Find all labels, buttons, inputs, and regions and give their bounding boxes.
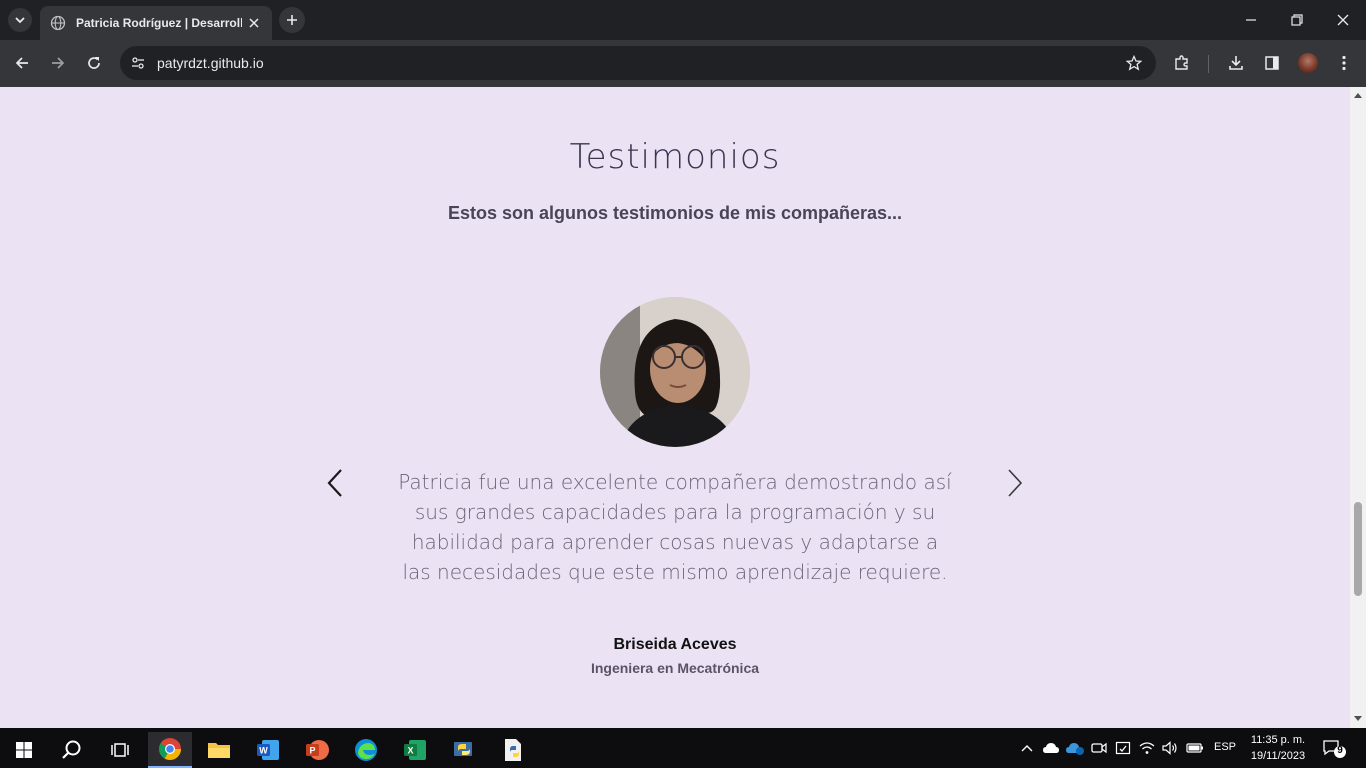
site-info-icon[interactable] — [126, 51, 150, 75]
notification-icon — [1323, 740, 1346, 758]
windows-taskbar: W P X ESP 11:35 p. m. 19/11/2023 9 — [0, 728, 1366, 768]
excel-icon: X — [404, 740, 426, 760]
tab-strip: Patricia Rodríguez | Desarrollo — [0, 0, 1366, 40]
testimonial-role: Ingeniera en Mecatrónica — [590, 660, 760, 676]
side-panel-icon — [1265, 56, 1279, 70]
minimize-button[interactable] — [1228, 0, 1274, 40]
restore-button[interactable] — [1274, 0, 1320, 40]
active-tab[interactable]: Patricia Rodríguez | Desarrollo — [40, 6, 272, 40]
tab-search-button[interactable] — [8, 8, 32, 32]
address-bar[interactable]: patyrdzt.github.io — [120, 46, 1156, 80]
profile-avatar[interactable] — [1298, 53, 1318, 73]
taskbar-excel[interactable]: X — [393, 732, 437, 768]
browser-menu-button[interactable] — [1330, 49, 1358, 77]
browser-toolbar: patyrdzt.github.io — [0, 40, 1366, 87]
volume-icon[interactable] — [1160, 738, 1180, 758]
chevron-up-icon — [1021, 745, 1033, 752]
python-icon — [454, 742, 472, 756]
arrow-right-icon — [52, 57, 65, 69]
search-button[interactable] — [50, 732, 94, 768]
download-icon — [1229, 56, 1243, 70]
arrow-left-icon — [15, 57, 28, 69]
reload-icon — [88, 57, 100, 69]
scroll-down-icon[interactable] — [1354, 716, 1362, 721]
downloads-button[interactable] — [1222, 49, 1250, 77]
extensions-button[interactable] — [1168, 49, 1196, 77]
show-hidden-icons-button[interactable] — [1017, 738, 1037, 758]
taskbar-powerpoint[interactable]: P — [295, 732, 339, 768]
person-portrait-icon — [600, 297, 750, 447]
taskbar-python[interactable] — [442, 732, 486, 768]
system-clock[interactable]: 11:35 p. m. 19/11/2023 — [1243, 732, 1313, 764]
bookmark-star-icon[interactable] — [1124, 53, 1144, 73]
edge-icon — [355, 739, 377, 761]
side-panel-button[interactable] — [1258, 49, 1286, 77]
toolbar-divider — [1208, 55, 1209, 73]
section-heading: Testimonios — [569, 137, 781, 177]
taskbar-word[interactable]: W — [246, 732, 290, 768]
task-view-button[interactable] — [98, 732, 142, 768]
clock-time: 11:35 p. m. — [1250, 734, 1306, 746]
testimonial-author: Briseida Aceves — [613, 636, 737, 653]
tab-close-icon[interactable] — [246, 15, 262, 31]
restore-icon — [1291, 14, 1303, 26]
security-icon[interactable] — [1113, 738, 1133, 758]
input-language[interactable]: ESP — [1214, 741, 1236, 753]
document-python-icon — [505, 739, 521, 761]
section-subheading: Estos son algunos testimonios de mis com… — [447, 203, 903, 223]
minimize-icon — [1246, 19, 1256, 21]
svg-text:W: W — [259, 746, 268, 756]
page-content: Testimonios Estos son algunos testimonio… — [0, 87, 1350, 728]
carousel-prev-button[interactable] — [320, 467, 350, 499]
notification-center-button[interactable]: 9 — [1322, 738, 1348, 760]
tab-title: Patricia Rodríguez | Desarrollo — [76, 16, 242, 30]
testimonial-quote: Patricia fue una excelente compañera dem… — [398, 470, 952, 584]
taskbar-file-explorer[interactable] — [197, 732, 241, 768]
scroll-up-icon[interactable] — [1354, 93, 1362, 98]
chevron-left-icon — [327, 469, 342, 497]
search-icon — [62, 740, 81, 759]
scrollbar-thumb[interactable] — [1354, 502, 1362, 596]
meet-now-icon[interactable] — [1089, 738, 1109, 758]
new-tab-button[interactable] — [279, 7, 305, 33]
start-button[interactable] — [2, 732, 46, 768]
taskbar-python-doc[interactable] — [491, 732, 535, 768]
powerpoint-icon: P — [306, 740, 329, 760]
svg-text:P: P — [309, 746, 315, 756]
chrome-icon — [159, 738, 181, 760]
back-button[interactable] — [8, 49, 36, 77]
forward-button[interactable] — [44, 49, 72, 77]
chevron-right-icon — [1008, 469, 1023, 497]
testimonial-photo — [600, 297, 750, 447]
kebab-menu-icon — [1342, 55, 1346, 71]
folder-icon — [208, 743, 230, 758]
taskbar-edge[interactable] — [344, 732, 388, 768]
task-view-icon — [111, 743, 129, 757]
battery-icon[interactable] — [1185, 738, 1205, 758]
wifi-icon[interactable] — [1137, 738, 1157, 758]
carousel-next-button[interactable] — [1000, 467, 1030, 499]
notification-count: 9 — [1337, 745, 1343, 756]
globe-icon — [50, 15, 66, 31]
word-icon: W — [257, 740, 279, 760]
chevron-down-icon — [15, 17, 25, 24]
onedrive-sync-icon[interactable] — [1065, 738, 1085, 758]
close-icon — [1337, 14, 1349, 26]
clock-date: 19/11/2023 — [1250, 750, 1306, 762]
windows-logo-icon — [16, 742, 32, 758]
taskbar-chrome[interactable] — [148, 732, 192, 768]
svg-text:X: X — [407, 746, 413, 756]
puzzle-icon — [1175, 55, 1188, 70]
reload-button[interactable] — [80, 49, 108, 77]
plus-icon — [287, 15, 297, 25]
url-text[interactable]: patyrdzt.github.io — [157, 55, 264, 71]
close-window-button[interactable] — [1320, 0, 1366, 40]
page-scrollbar[interactable] — [1350, 87, 1366, 728]
onedrive-icon[interactable] — [1041, 738, 1061, 758]
